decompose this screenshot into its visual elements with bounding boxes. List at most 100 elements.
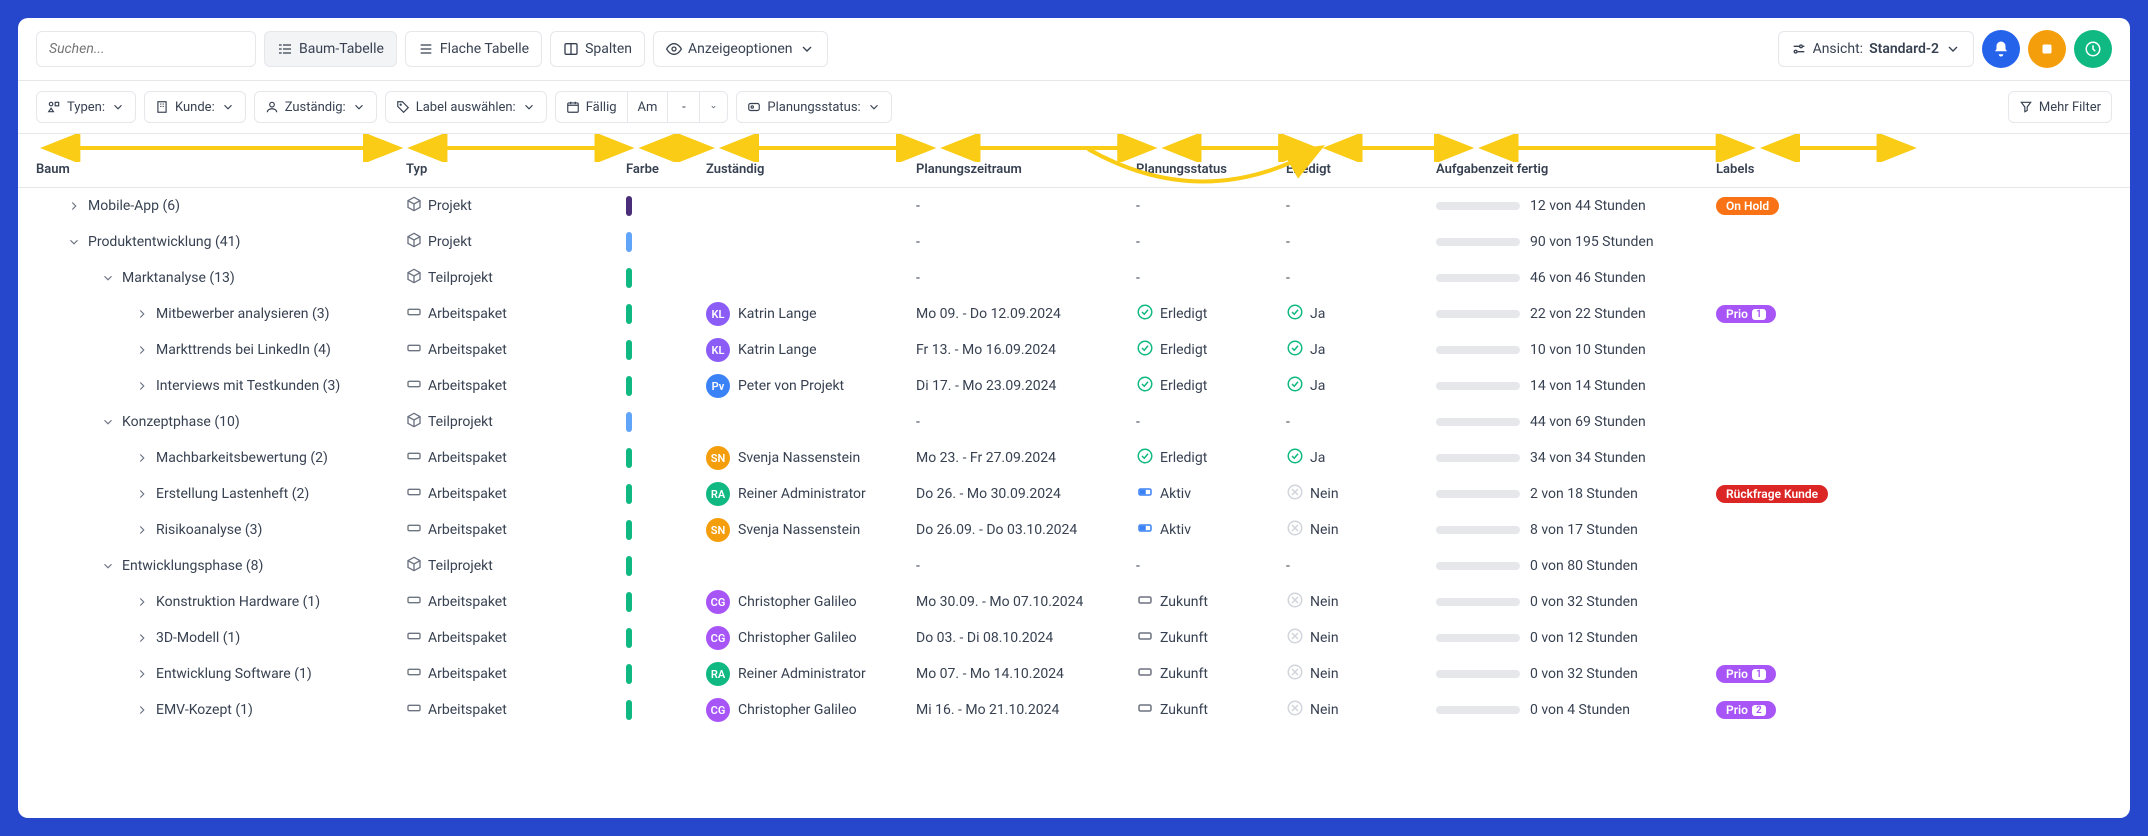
table-row[interactable]: Markttrends bei LinkedIn (4) Arbeitspake… <box>18 332 2130 368</box>
tree-table-button[interactable]: Baum-Tabelle <box>264 31 397 67</box>
expand-toggle[interactable] <box>100 414 116 430</box>
view-selector[interactable]: Ansicht: Standard-2 <box>1778 31 1974 67</box>
display-options-label: Anzeigeoptionen <box>688 41 793 57</box>
plan-range: - <box>916 414 1136 430</box>
expand-toggle[interactable] <box>134 522 150 538</box>
color-indicator <box>626 556 632 576</box>
table-row[interactable]: Entwicklungsphase (8) Teilprojekt - - - … <box>18 548 2130 584</box>
flat-table-button[interactable]: Flache Tabelle <box>405 31 542 67</box>
avatar: KL <box>706 302 730 326</box>
filter-bar: Typen: Kunde: Zuständig: Label auswählen… <box>18 81 2130 134</box>
display-options-button[interactable]: Anzeigeoptionen <box>653 31 828 67</box>
color-indicator <box>626 232 632 252</box>
table-row[interactable]: Produktentwicklung (41) Projekt - - - 90… <box>18 224 2130 260</box>
expand-toggle[interactable] <box>134 666 150 682</box>
sliders-icon <box>1791 41 1807 57</box>
expand-toggle[interactable] <box>134 378 150 394</box>
plan-range: Mo 09. - Do 12.09.2024 <box>916 306 1136 322</box>
col-labels[interactable]: Labels <box>1716 162 1896 177</box>
chevron-down-icon <box>111 100 125 114</box>
table-row[interactable]: Mobile-App (6) Projekt - - - 12 von 44 S… <box>18 188 2130 224</box>
col-baum[interactable]: Baum <box>36 162 406 177</box>
filter-assignee[interactable]: Zuständig: <box>254 91 377 123</box>
table-row[interactable]: Interviews mit Testkunden (3) Arbeitspak… <box>18 368 2130 404</box>
note-button[interactable] <box>2028 30 2066 68</box>
status-icon <box>1136 663 1154 685</box>
notifications-button[interactable] <box>1982 30 2020 68</box>
color-indicator <box>626 340 632 360</box>
typ-icon <box>406 628 422 648</box>
plan-range: Do 03. - Di 08.10.2024 <box>916 630 1136 646</box>
table-row[interactable]: Machbarkeitsbewertung (2) Arbeitspaket S… <box>18 440 2130 476</box>
avatar: Pv <box>706 374 730 398</box>
avatar: RA <box>706 662 730 686</box>
filter-planstatus[interactable]: Planungsstatus: <box>736 91 891 123</box>
expand-toggle[interactable] <box>100 558 116 574</box>
typ-label: Arbeitspaket <box>428 486 507 502</box>
progress-text: 14 von 14 Stunden <box>1530 378 1646 394</box>
filter-customer[interactable]: Kunde: <box>144 91 246 123</box>
col-planungsstatus[interactable]: Planungsstatus <box>1136 162 1286 177</box>
plan-range: - <box>916 198 1136 214</box>
expand-toggle[interactable] <box>66 198 82 214</box>
typ-label: Arbeitspaket <box>428 594 507 610</box>
expand-toggle[interactable] <box>134 630 150 646</box>
col-typ[interactable]: Typ <box>406 162 626 177</box>
table-row[interactable]: EMV-Kozept (1) Arbeitspaket CGChristophe… <box>18 692 2130 728</box>
table-row[interactable]: Entwicklung Software (1) Arbeitspaket RA… <box>18 656 2130 692</box>
table-row[interactable]: Erstellung Lastenheft (2) Arbeitspaket R… <box>18 476 2130 512</box>
expand-toggle[interactable] <box>100 270 116 286</box>
expand-toggle[interactable] <box>134 486 150 502</box>
expand-toggle[interactable] <box>66 234 82 250</box>
color-indicator <box>626 628 632 648</box>
col-zustandig[interactable]: Zuständig <box>706 162 916 177</box>
done-icon <box>1286 591 1304 613</box>
more-filters-button[interactable]: Mehr Filter <box>2008 91 2112 123</box>
typ-label: Arbeitspaket <box>428 306 507 322</box>
expand-toggle[interactable] <box>134 342 150 358</box>
expand-toggle[interactable] <box>134 450 150 466</box>
done-text: Nein <box>1310 630 1339 646</box>
expand-toggle[interactable] <box>134 594 150 610</box>
table-row[interactable]: Konstruktion Hardware (1) Arbeitspaket C… <box>18 584 2130 620</box>
progress-bar <box>1436 670 1520 678</box>
table-row[interactable]: Konzeptphase (10) Teilprojekt - - - 44 v… <box>18 404 2130 440</box>
status-text: - <box>1136 414 1140 430</box>
plan-range: Mo 23. - Fr 27.09.2024 <box>916 450 1136 466</box>
label-pill: Prio2 <box>1716 701 1776 719</box>
col-farbe[interactable]: Farbe <box>626 162 706 177</box>
columns-label: Spalten <box>585 41 632 57</box>
col-planungszeitraum[interactable]: Planungszeitraum <box>916 162 1136 177</box>
filter-due[interactable]: Fällig <box>555 91 628 123</box>
table-row[interactable]: Marktanalyse (13) Teilprojekt - - - 46 v… <box>18 260 2130 296</box>
done-icon <box>1286 339 1304 361</box>
status-icon <box>1136 483 1154 505</box>
progress-bar <box>1436 562 1520 570</box>
clock-button[interactable] <box>2074 30 2112 68</box>
table-row[interactable]: Mitbewerber analysieren (3) Arbeitspaket… <box>18 296 2130 332</box>
avatar: KL <box>706 338 730 362</box>
progress-bar <box>1436 454 1520 462</box>
tree-name: Produktentwicklung (41) <box>88 234 240 250</box>
expand-toggle[interactable] <box>134 702 150 718</box>
color-indicator <box>626 520 632 540</box>
search-input[interactable] <box>36 31 256 67</box>
filter-due-chev[interactable] <box>700 91 728 123</box>
progress-text: 44 von 69 Stunden <box>1530 414 1646 430</box>
expand-toggle[interactable] <box>134 306 150 322</box>
columns-button[interactable]: Spalten <box>550 31 645 67</box>
status-icon <box>1136 447 1154 469</box>
col-erledigt[interactable]: Erledigt <box>1286 162 1436 177</box>
user-icon <box>265 100 279 114</box>
filter-due-mode[interactable]: Am <box>628 91 669 123</box>
filter-label[interactable]: Label auswählen: <box>385 91 547 123</box>
avatar: CG <box>706 626 730 650</box>
typ-icon <box>406 340 422 360</box>
filter-due-value[interactable]: - <box>668 91 700 123</box>
table-row[interactable]: 3D-Modell (1) Arbeitspaket CGChristopher… <box>18 620 2130 656</box>
progress-text: 0 von 32 Stunden <box>1530 666 1638 682</box>
col-aufgabenzeit[interactable]: Aufgabenzeit fertig <box>1436 162 1716 177</box>
typ-icon <box>406 268 422 288</box>
filter-types[interactable]: Typen: <box>36 91 136 123</box>
table-row[interactable]: Risikoanalyse (3) Arbeitspaket SNSvenja … <box>18 512 2130 548</box>
